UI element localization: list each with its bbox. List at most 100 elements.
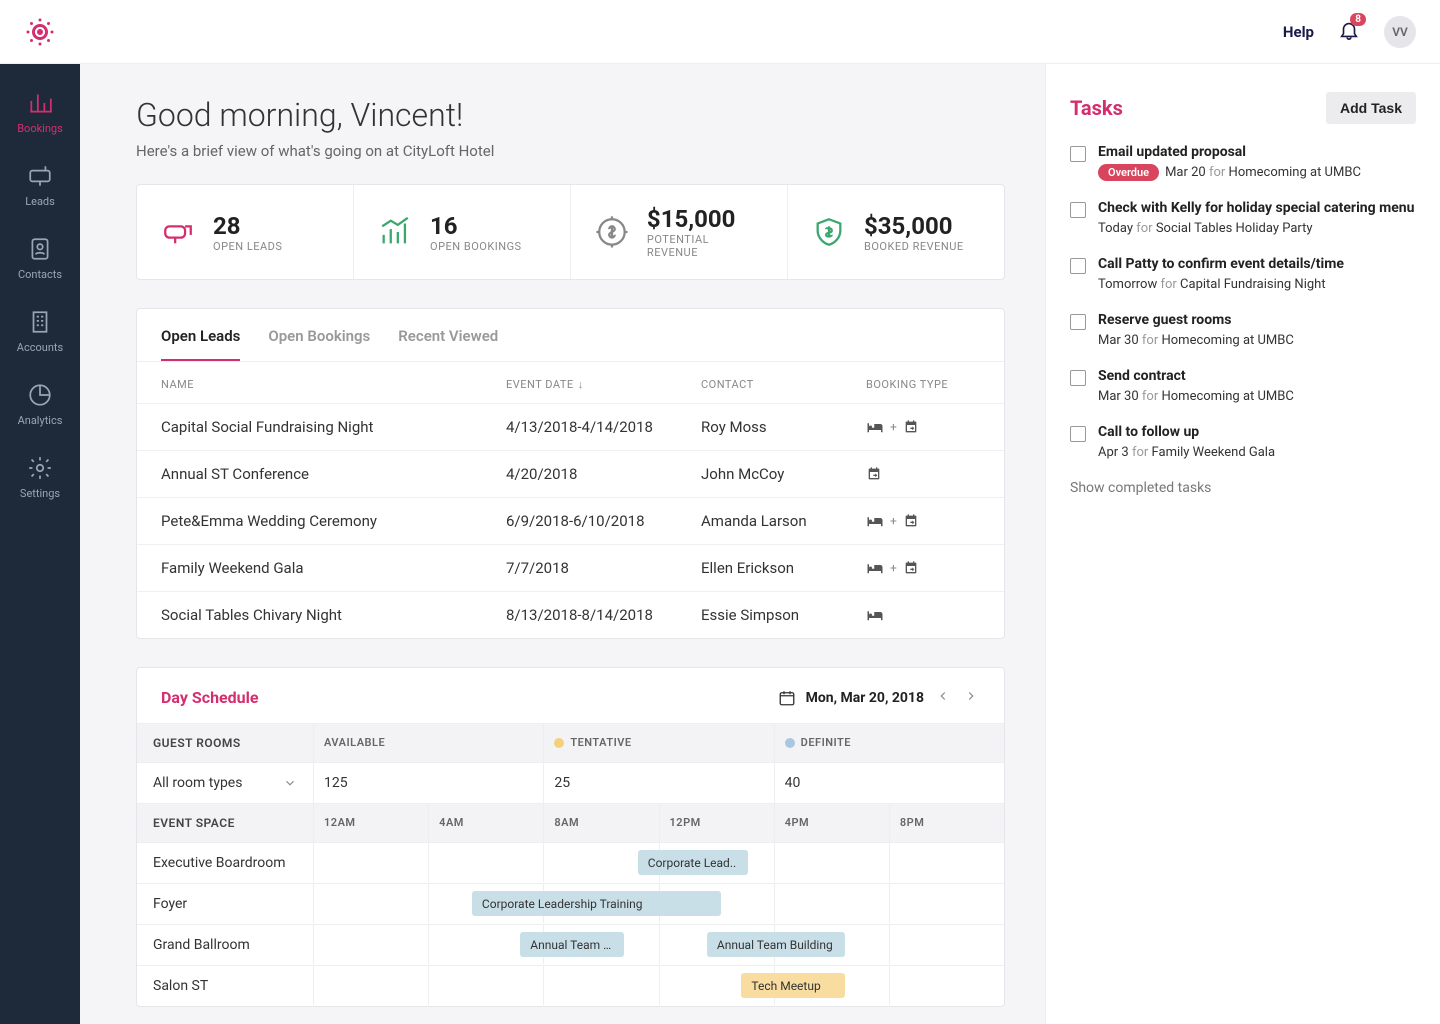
calendar-icon: [903, 419, 919, 435]
table-row[interactable]: Capital Social Fundraising Night4/13/201…: [137, 403, 1004, 450]
notifications-button[interactable]: 8: [1338, 19, 1360, 45]
task-title[interactable]: Send contract: [1098, 368, 1416, 384]
stat-open-leads[interactable]: 28OPEN LEADS: [137, 185, 354, 279]
leads-panel: Open Leads Open Bookings Recent Viewed N…: [136, 308, 1005, 639]
user-avatar[interactable]: VV: [1384, 16, 1416, 48]
calendar-icon: [866, 466, 882, 482]
task-title[interactable]: Email updated proposal: [1098, 144, 1416, 160]
prev-day-button[interactable]: [934, 686, 952, 709]
tentative-header: TENTATIVE: [543, 724, 773, 762]
chevron-left-icon: [936, 689, 950, 703]
table-row[interactable]: Annual ST Conference4/20/2018John McCoy: [137, 450, 1004, 497]
room-timeline: Corporate Lead..: [313, 843, 1004, 882]
overdue-badge: Overdue: [1098, 164, 1159, 181]
leads-table: NAME EVENT DATE↓ CONTACT BOOKING TYPE Ca…: [137, 362, 1004, 638]
table-row[interactable]: Pete&Emma Wedding Ceremony6/9/2018-6/10/…: [137, 497, 1004, 544]
task-checkbox[interactable]: [1070, 258, 1086, 274]
help-link[interactable]: Help: [1283, 23, 1314, 41]
task-event: Social Tables Holiday Party: [1156, 221, 1313, 236]
task-event: Homecoming at UMBC: [1161, 333, 1293, 348]
tab-open-bookings[interactable]: Open Bookings: [268, 327, 370, 361]
sort-down-icon: ↓: [578, 378, 584, 391]
event-space-header: EVENT SPACE: [137, 804, 313, 842]
next-day-button[interactable]: [962, 686, 980, 709]
chart-up-icon: [27, 90, 53, 116]
cell-contact: Roy Moss: [701, 418, 866, 436]
event-block[interactable]: Tech Meetup: [741, 973, 845, 998]
task-title[interactable]: Call to follow up: [1098, 424, 1416, 440]
notification-badge: 8: [1350, 13, 1366, 26]
cell-name: Capital Social Fundraising Night: [161, 418, 506, 436]
stat-value: $35,000: [864, 212, 964, 240]
chevron-down-icon: [283, 776, 297, 790]
bed-icon: [866, 420, 884, 434]
stat-label: POTENTIAL REVENUE: [647, 233, 763, 259]
room-name: Foyer: [137, 884, 313, 924]
room-name: Salon ST: [137, 966, 313, 1006]
col-booking-type[interactable]: BOOKING TYPE: [866, 378, 980, 391]
stat-open-bookings[interactable]: 16OPEN BOOKINGS: [354, 185, 571, 279]
task-checkbox[interactable]: [1070, 202, 1086, 218]
stat-label: OPEN BOOKINGS: [430, 240, 522, 253]
schedule-date: Mon, Mar 20, 2018: [806, 690, 924, 706]
sidenav-label: Bookings: [17, 122, 63, 135]
task-meta: Tomorrow for Capital Fundraising Night: [1098, 277, 1416, 292]
task-item: Reserve guest rooms Mar 30 for Homecoming…: [1070, 312, 1416, 348]
tab-open-leads[interactable]: Open Leads: [161, 327, 240, 361]
room-type-select[interactable]: All room types: [137, 763, 313, 803]
task-checkbox[interactable]: [1070, 426, 1086, 442]
definite-header: DEFINITE: [774, 724, 1004, 762]
tab-recent-viewed[interactable]: Recent Viewed: [398, 327, 498, 361]
stat-potential-revenue[interactable]: $15,000POTENTIAL REVENUE: [571, 185, 788, 279]
event-block[interactable]: Annual Team Building: [707, 932, 845, 957]
task-title[interactable]: Call Patty to confirm event details/time: [1098, 256, 1416, 272]
hour-header: 8AM: [543, 804, 658, 842]
cell-type: +: [866, 513, 980, 529]
task-title[interactable]: Reserve guest rooms: [1098, 312, 1416, 328]
room-timeline: Corporate Leadership Training: [313, 884, 1004, 923]
target-dollar-icon: [595, 215, 629, 249]
task-title[interactable]: Check with Kelly for holiday special cat…: [1098, 200, 1416, 216]
sidenav-item-accounts[interactable]: Accounts: [0, 295, 80, 368]
add-task-button[interactable]: Add Task: [1326, 92, 1416, 124]
sidenav-item-bookings[interactable]: Bookings: [0, 76, 80, 149]
sidenav-item-settings[interactable]: Settings: [0, 441, 80, 514]
sidenav-item-leads[interactable]: Leads: [0, 149, 80, 222]
show-completed-link[interactable]: Show completed tasks: [1070, 480, 1416, 496]
sidenav-item-contacts[interactable]: Contacts: [0, 222, 80, 295]
task-checkbox[interactable]: [1070, 370, 1086, 386]
tentative-value: 25: [543, 763, 773, 803]
task-meta: Mar 30 for Homecoming at UMBC: [1098, 333, 1416, 348]
stat-booked-revenue[interactable]: $35,000BOOKED REVENUE: [788, 185, 1004, 279]
task-checkbox[interactable]: [1070, 314, 1086, 330]
definite-dot-icon: [785, 738, 795, 748]
event-block[interactable]: Corporate Leadership Training: [472, 891, 721, 916]
bed-icon: [866, 608, 884, 622]
event-block[interactable]: Corporate Lead..: [638, 850, 749, 875]
pie-chart-icon: [27, 382, 53, 408]
schedule-panel: Day Schedule Mon, Mar 20, 2018 GUEST ROO…: [136, 667, 1005, 1007]
task-checkbox[interactable]: [1070, 146, 1086, 162]
task-item: Call Patty to confirm event details/time…: [1070, 256, 1416, 292]
app-logo[interactable]: [24, 16, 56, 48]
col-event-date[interactable]: EVENT DATE↓: [506, 378, 701, 391]
available-header: AVAILABLE: [313, 724, 543, 762]
event-block[interactable]: Annual Team …: [520, 932, 624, 957]
cell-name: Pete&Emma Wedding Ceremony: [161, 512, 506, 530]
table-row[interactable]: Family Weekend Gala7/7/2018Ellen Erickso…: [137, 544, 1004, 591]
room-row: Salon ST Tech Meetup: [137, 965, 1004, 1006]
col-contact[interactable]: CONTACT: [701, 378, 866, 391]
stats-row: 28OPEN LEADS 16OPEN BOOKINGS $15,000POTE…: [136, 184, 1005, 280]
room-name: Executive Boardroom: [137, 843, 313, 883]
sidenav-item-analytics[interactable]: Analytics: [0, 368, 80, 441]
col-name[interactable]: NAME: [161, 378, 506, 391]
cell-contact: Ellen Erickson: [701, 559, 866, 577]
cell-date: 4/20/2018: [506, 465, 701, 483]
cell-name: Social Tables Chivary Night: [161, 606, 506, 624]
main-content: Good morning, Vincent! Here's a brief vi…: [80, 64, 1045, 1024]
table-row[interactable]: Social Tables Chivary Night8/13/2018-8/1…: [137, 591, 1004, 638]
available-value: 125: [313, 763, 543, 803]
stat-value: $15,000: [647, 205, 763, 233]
task-item: Email updated proposalOverdueMar 20 for …: [1070, 144, 1416, 180]
cell-type: [866, 608, 980, 622]
